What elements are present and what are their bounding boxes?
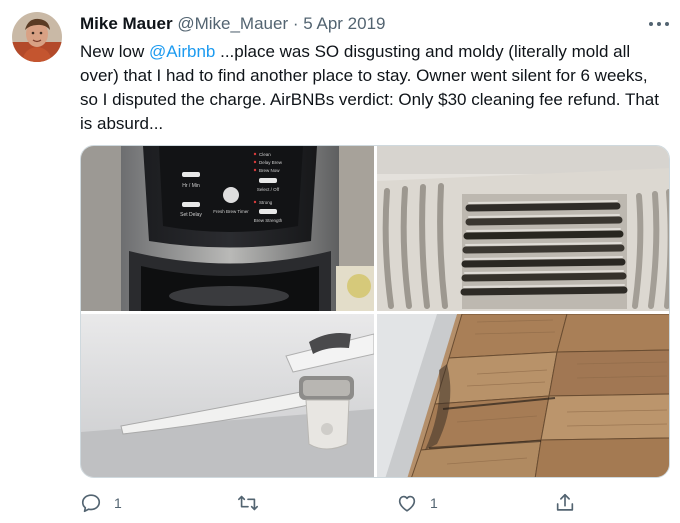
share-button[interactable] — [554, 490, 576, 516]
avatar[interactable] — [12, 12, 62, 62]
brew-strength-label: Brew Strength — [254, 218, 283, 223]
strong-label: Strong — [259, 200, 273, 205]
heart-icon — [398, 495, 416, 512]
author-handle[interactable]: @Mike_Mauer — [177, 14, 288, 33]
like-count: 1 — [430, 495, 438, 511]
tweet-card[interactable]: Mike Mauer @Mike_Mauer · 5 Apr 2019 New … — [0, 0, 680, 523]
reply-icon — [81, 494, 101, 513]
mention-link[interactable]: @Airbnb — [149, 42, 215, 61]
media-grid: Hr / Min Set Delay Fresh Brew Timer Clea… — [80, 145, 670, 478]
tweet-date[interactable]: 5 Apr 2019 — [303, 14, 385, 33]
select-off-label: Select / Off — [257, 187, 280, 192]
fresh-brew-timer-label: Fresh Brew Timer — [213, 209, 249, 214]
photo-coffee-maker[interactable]: Hr / Min Set Delay Fresh Brew Timer Clea… — [81, 146, 374, 311]
retweet-icon — [238, 495, 258, 511]
action-bar: 1 1 — [80, 490, 670, 516]
share-icon — [556, 493, 574, 511]
more-options-button[interactable] — [646, 12, 672, 34]
tweet-text: New low @Airbnb ...place was SO disgusti… — [80, 40, 670, 136]
reply-button[interactable]: 1 — [80, 490, 122, 516]
brew-now-label: Brew Now — [259, 168, 280, 173]
set-delay-label: Set Delay — [180, 212, 202, 218]
separator-dot: · — [292, 14, 299, 33]
retweet-button[interactable] — [237, 490, 271, 516]
more-horizontal-icon — [649, 22, 653, 26]
author-name[interactable]: Mike Mauer — [80, 14, 173, 33]
photo-ceiling-fan[interactable] — [81, 314, 374, 477]
hr-min-label: Hr / Min — [182, 183, 200, 189]
like-button[interactable]: 1 — [396, 490, 438, 516]
tweet-text-start: New low — [80, 42, 149, 61]
photo-moldy-floor[interactable] — [377, 314, 669, 477]
reply-count: 1 — [114, 495, 122, 511]
delay-brew-label: Delay Brew — [259, 160, 283, 165]
clean-label: Clean — [259, 152, 271, 157]
photo-moldy-vent[interactable] — [377, 146, 669, 311]
tweet-header: Mike Mauer @Mike_Mauer · 5 Apr 2019 — [80, 14, 386, 34]
